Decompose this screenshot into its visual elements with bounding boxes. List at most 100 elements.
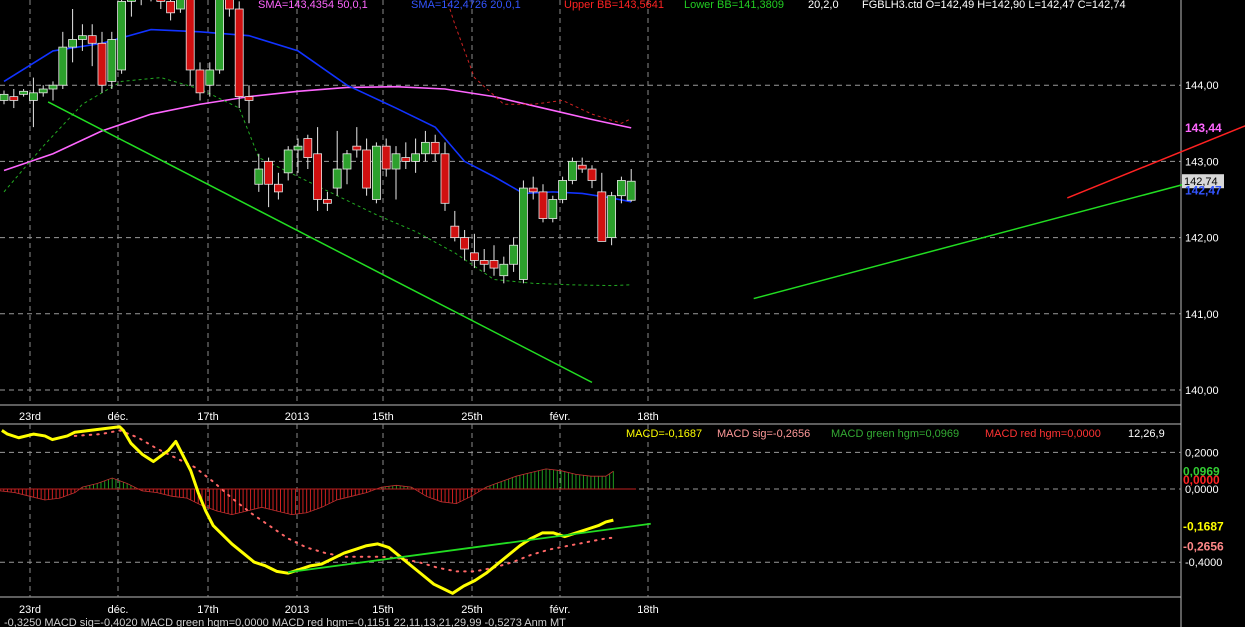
candle-body: [293, 145, 303, 151]
candle-body: [548, 199, 558, 219]
candle-body: [87, 35, 97, 44]
candle-body: [244, 96, 254, 101]
candle-body: [195, 69, 205, 94]
price-x-tick-label: 23rd: [19, 411, 41, 423]
macd-y-tick-label: -0,4000: [1185, 557, 1222, 569]
macd-header-label: MACD green hgm=0,0969: [831, 428, 959, 440]
candle-body: [156, 0, 166, 2]
candle-body: [19, 90, 29, 95]
candle-body: [38, 88, 48, 94]
candle-body: [558, 180, 567, 200]
candle-body: [97, 42, 107, 86]
price-y-tick-label: 142,00: [1185, 233, 1219, 245]
candle-body: [577, 164, 587, 170]
candle-body: [215, 0, 225, 71]
candle-body: [597, 191, 607, 242]
macd-x-tick-label: 23rd: [19, 604, 41, 616]
macd-header-label: MACD red hgm=0,0000: [985, 428, 1101, 440]
price-marker-label: 142,47: [1185, 183, 1222, 197]
candle-body: [224, 0, 234, 10]
candle-body: [489, 260, 499, 269]
price-header-label: Lower BB=141,3809: [684, 0, 784, 11]
macd-x-tick-label: 18th: [637, 604, 658, 616]
footer-status-text: -0,3250 MACD sig=-0,4020 MACD green hgm=…: [4, 617, 566, 627]
candle-body: [313, 153, 323, 200]
price-x-tick-label: 15th: [372, 411, 393, 423]
candle-body: [205, 69, 215, 86]
candle-body: [254, 168, 264, 185]
candle-body: [78, 35, 87, 40]
macd-y-tick-label: 0,2000: [1185, 447, 1219, 459]
price-header-label: 20,2,0: [808, 0, 839, 11]
candle-body: [117, 0, 126, 71]
candle-body: [371, 145, 381, 200]
candle-body: [68, 39, 77, 48]
macd-value-label: 0,0000: [1183, 473, 1220, 487]
macd-value-label: -0,1687: [1183, 520, 1224, 534]
candle-body: [519, 187, 528, 280]
candle-body: [107, 39, 117, 82]
price-header-label: FGBLH3.ctd O=142,49 H=142,90 L=142,47 C=…: [862, 0, 1126, 11]
candle-body: [538, 191, 548, 219]
macd-x-tick-label: févr.: [550, 604, 571, 616]
candle-body: [166, 0, 176, 14]
macd-x-tick-label: 2013: [285, 604, 309, 616]
candle-body: [568, 160, 577, 181]
price-header-label: SMA=143,4354 50,0,1: [258, 0, 368, 11]
candle-body: [303, 138, 313, 158]
candle-body: [273, 183, 283, 193]
candle-body: [420, 141, 430, 155]
candle-body: [381, 145, 391, 170]
price-y-tick-label: 141,00: [1185, 309, 1219, 321]
candle-body: [411, 153, 421, 162]
price-header-label: SMA=142,4726 20,0,1: [411, 0, 521, 11]
macd-value-label: -0,2656: [1183, 540, 1224, 554]
candle-body: [460, 237, 470, 250]
candle-body: [479, 260, 489, 265]
macd-x-tick-label: 15th: [372, 604, 393, 616]
candle-body: [342, 153, 352, 170]
candle-body: [234, 8, 244, 98]
chart-canvas: 144,00 143,00 142,00 141,00 140,00 SMA=143,43…: [0, 0, 1245, 627]
candle-body: [28, 92, 38, 101]
price-y-tick-label: 140,00: [1185, 385, 1219, 397]
macd-x-tick-label: déc.: [108, 604, 129, 616]
candle-body: [362, 149, 372, 189]
candle-body: [528, 187, 538, 193]
candle-body: [469, 252, 479, 261]
candle-body: [509, 244, 519, 265]
candle-body: [322, 199, 332, 204]
candle-body: [0, 93, 9, 101]
price-x-tick-label: 25th: [461, 411, 482, 423]
candle-body: [175, 0, 185, 10]
candle-body: [391, 153, 401, 170]
candle-body: [58, 46, 68, 86]
price-marker-label: 143,44: [1185, 121, 1222, 135]
candle-body: [264, 160, 274, 185]
candle-body: [9, 96, 19, 101]
price-x-tick-label: déc.: [108, 411, 129, 423]
candle-body: [499, 263, 509, 277]
macd-header-label: MACD sig=-0,2656: [717, 428, 810, 440]
macd-x-tick-label: 17th: [197, 604, 218, 616]
candle-body: [626, 180, 636, 201]
price-x-tick-label: 2013: [285, 411, 309, 423]
candle-body: [185, 0, 195, 71]
price-y-tick-label: 144,00: [1185, 80, 1219, 92]
price-x-tick-label: 17th: [197, 411, 218, 423]
price-header-label: Upper BB=143,5641: [564, 0, 664, 11]
candle-body: [127, 0, 136, 2]
macd-header-label: 12,26,9: [1128, 428, 1165, 440]
price-y-tick-label: 143,00: [1185, 156, 1219, 168]
candle-body: [617, 180, 626, 197]
candle-body: [450, 225, 460, 238]
price-x-tick-label: févr.: [550, 411, 571, 423]
macd-header-label: MACD=-0,1687: [626, 428, 702, 440]
candle-body: [401, 157, 411, 162]
candle-body: [430, 141, 440, 155]
candle-body: [607, 195, 616, 239]
macd-x-tick-label: 25th: [461, 604, 482, 616]
price-x-tick-label: 18th: [637, 411, 658, 423]
candle-body: [332, 168, 342, 189]
candle-body: [587, 168, 597, 181]
